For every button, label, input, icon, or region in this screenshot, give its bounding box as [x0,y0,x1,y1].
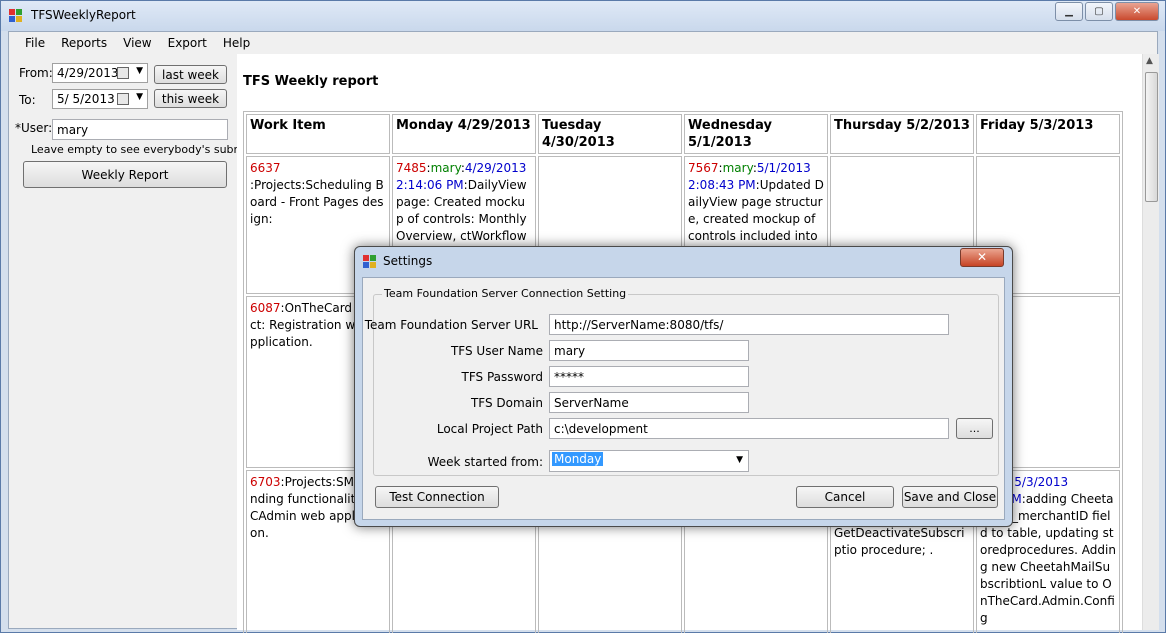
password-field[interactable] [549,366,749,387]
minimize-button[interactable]: ▁ [1055,2,1083,21]
user-hint: Leave empty to see everybody's submits. [31,143,261,156]
work-item-id[interactable]: 6087 [250,301,281,315]
app-icon [9,9,23,22]
header-wednesday: Wednesday 5/1/2013 [684,114,828,154]
changeset-user: mary [722,161,753,175]
work-item-id[interactable]: 6637 [250,161,281,175]
header-monday: Monday 4/29/2013 [392,114,536,154]
chevron-down-icon: ▼ [736,455,743,465]
changeset-text: GetDeactivateSubscriptio procedure; . [834,526,965,557]
header-tuesday: Tuesday 4/30/2013 [538,114,682,154]
menu-reports[interactable]: Reports [53,32,115,54]
scroll-up-icon[interactable]: ▲ [1146,56,1153,66]
dialog-title: Settings [383,254,433,268]
user-name-label: TFS User Name [450,344,543,358]
domain-field[interactable] [549,392,749,413]
window-title: TFSWeeklyReport [31,8,136,22]
menu-file[interactable]: File [17,32,53,54]
changeset-date: 5/3/2013 [1014,475,1069,489]
dialog-body: Team Foundation Server Connection Settin… [362,277,1005,520]
header-work-item: Work Item [246,114,390,154]
app-icon [363,255,377,268]
menu-export[interactable]: Export [160,32,215,54]
changeset-user: mary [430,161,461,175]
to-date-picker[interactable]: 5/ 5/2013 ▼ [52,89,148,109]
menu-view[interactable]: View [115,32,159,54]
url-label: Team Foundation Server URL [364,318,538,332]
settings-dialog: Settings ✕ Team Foundation Server Connec… [354,246,1013,527]
url-field[interactable] [549,314,949,335]
user-name-field[interactable] [549,340,749,361]
week-start-value: Monday [552,452,604,466]
password-label: TFS Password [461,370,543,384]
user-input[interactable] [52,119,228,140]
this-week-button[interactable]: this week [154,89,227,108]
changeset-id[interactable]: 7485 [396,161,427,175]
week-start-select[interactable]: Monday ▼ [549,450,749,472]
cancel-button[interactable]: Cancel [796,486,894,508]
scroll-thumb[interactable] [1145,72,1158,202]
group-caption: Team Foundation Server Connection Settin… [382,287,629,300]
maximize-button[interactable]: ▢ [1085,2,1113,21]
header-friday: Friday 5/3/2013 [976,114,1120,154]
header-thursday: Thursday 5/2/2013 [830,114,974,154]
weekly-report-button[interactable]: Weekly Report [23,161,227,188]
domain-label: TFS Domain [470,396,543,410]
to-date-value: 5/ 5/2013 [57,92,115,106]
to-label: To: [19,93,36,107]
work-item-id[interactable]: 6703 [250,475,281,489]
last-week-button[interactable]: last week [154,65,227,84]
chevron-down-icon: ▼ [136,66,143,76]
from-date-value: 4/29/2013 [57,66,119,80]
from-label: From: [19,66,53,80]
dialog-close-button[interactable]: ✕ [960,248,1004,267]
work-item-text: :Projects:Scheduling Board - Front Pages… [250,178,384,226]
week-start-label: Week started from: [427,455,543,469]
title-bar: TFSWeeklyReport ▁ ▢ ✕ [1,1,1165,31]
report-title: TFS Weekly report [243,74,379,89]
browse-button[interactable]: ... [956,418,993,439]
calendar-icon [117,93,129,105]
project-path-label: Local Project Path [436,422,543,436]
project-path-field[interactable] [549,418,949,439]
save-and-close-button[interactable]: Save and Close [902,486,998,508]
close-button[interactable]: ✕ [1115,2,1159,21]
report-scrollbar[interactable]: ▲ [1142,54,1159,630]
chevron-down-icon: ▼ [136,92,143,102]
user-label: *User: [15,121,53,135]
test-connection-button[interactable]: Test Connection [375,486,499,508]
changeset-id[interactable]: 7567 [688,161,719,175]
calendar-icon [117,67,129,79]
menu-bar: File Reports View Export Help [9,32,1157,54]
menu-help[interactable]: Help [215,32,258,54]
from-date-picker[interactable]: 4/29/2013 ▼ [52,63,148,83]
